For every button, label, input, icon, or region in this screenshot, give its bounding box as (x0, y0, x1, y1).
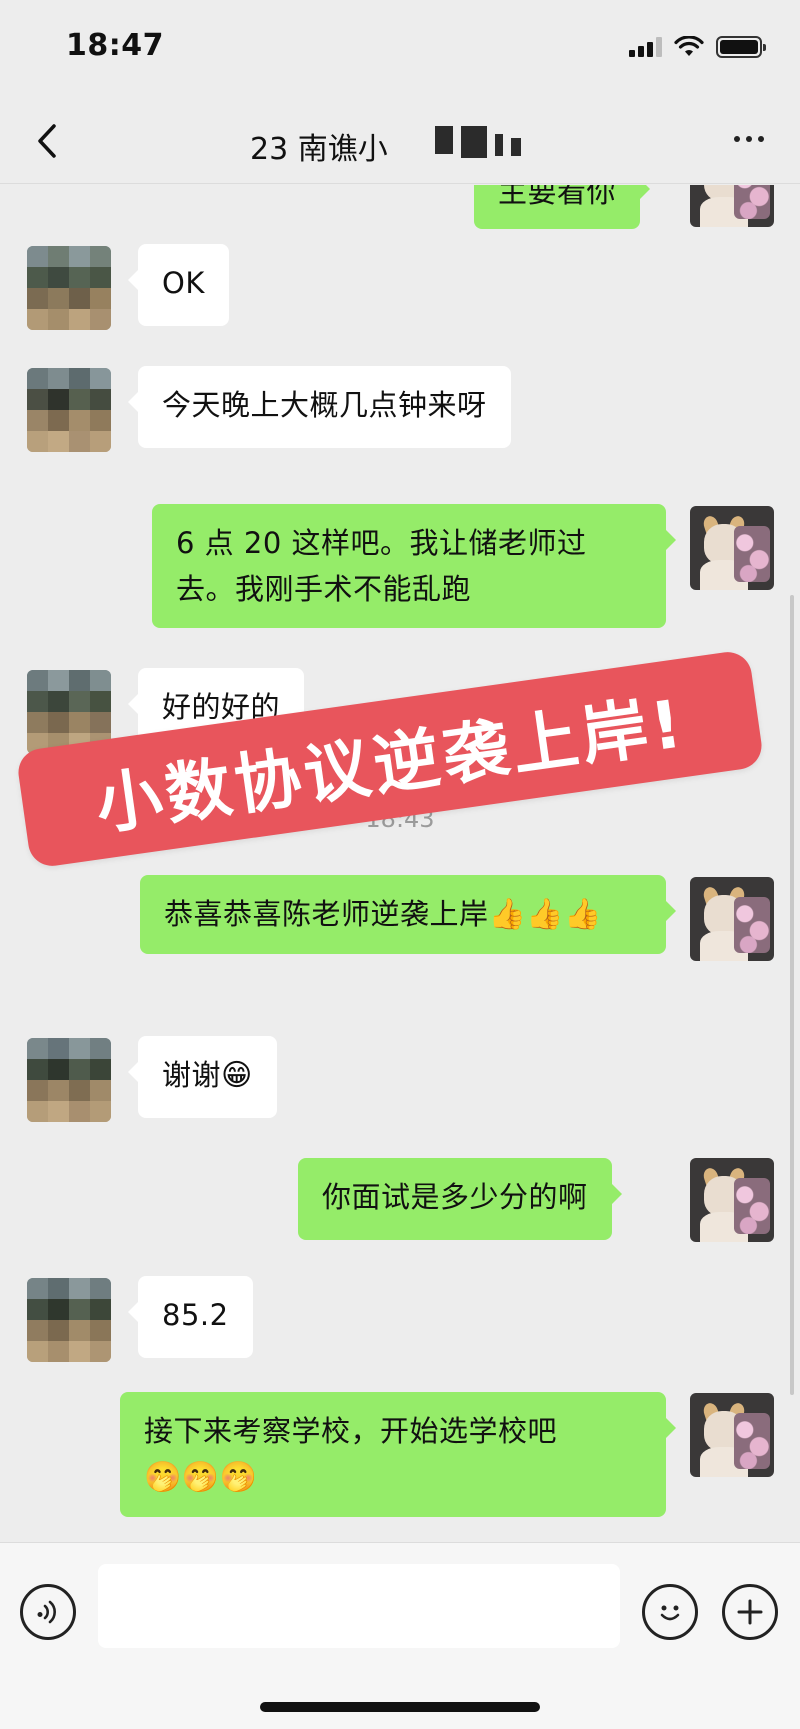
avatar-other[interactable] (27, 1038, 111, 1122)
message-bubble-other[interactable]: OK (128, 244, 229, 326)
chat-title: 23 南谯小 (250, 132, 388, 167)
input-bar (0, 1542, 800, 1729)
message-bubble-other[interactable]: 谢谢😁 (128, 1036, 277, 1118)
chat-message-list[interactable]: 主要看你 OK 今天晚上大概几点钟来呀 6 点 20 这样吧。我让储老师过去。我… (0, 185, 800, 1542)
status-icons (629, 36, 766, 58)
message-bubble-other[interactable]: 今天晚上大概几点钟来呀 (128, 366, 511, 448)
message-bubble-self[interactable]: 接下来考察学校，开始选学校吧 🤭🤭🤭 (120, 1392, 676, 1517)
hand-over-mouth-face-icon: 🤭🤭🤭 (144, 1460, 258, 1495)
status-time: 18:47 (66, 28, 164, 63)
message-bubble-self[interactable]: 主要看你 (474, 185, 651, 229)
message-input[interactable] (98, 1564, 620, 1648)
more-dots-icon (734, 136, 740, 142)
message-bubble-other[interactable]: 85.2 (128, 1276, 253, 1358)
emoji-icon (660, 1605, 680, 1621)
more-button[interactable] (734, 136, 764, 142)
voice-button[interactable] (20, 1584, 76, 1640)
plus-button[interactable] (722, 1584, 778, 1640)
grinning-face-icon: 😁 (221, 1058, 253, 1093)
title-redaction (435, 126, 521, 158)
plus-icon (737, 1599, 763, 1625)
avatar-self[interactable] (690, 1393, 774, 1477)
avatar-self[interactable] (690, 877, 774, 961)
scrollbar[interactable] (790, 595, 794, 1395)
avatar-other[interactable] (27, 368, 111, 452)
status-bar: 18:47 (0, 0, 800, 100)
signal-icon (629, 37, 662, 57)
emoji-button[interactable] (642, 1584, 698, 1640)
wifi-icon (674, 36, 704, 56)
message-bubble-self[interactable]: 你面试是多少分的啊 (298, 1158, 622, 1240)
home-indicator[interactable] (260, 1702, 540, 1712)
message-bubble-self[interactable]: 恭喜恭喜陈老师逆袭上岸👍👍👍 (140, 875, 676, 954)
back-button[interactable] (22, 116, 72, 166)
avatar-self[interactable] (690, 506, 774, 590)
avatar-other[interactable] (27, 246, 111, 330)
avatar-self[interactable] (690, 185, 774, 227)
chat-header: 23 南谯小 (0, 100, 800, 184)
thumbs-up-icon: 👍👍👍 (488, 897, 603, 932)
avatar-self[interactable] (690, 1158, 774, 1242)
avatar-other[interactable] (27, 1278, 111, 1362)
battery-icon (716, 36, 766, 58)
voice-icon (37, 1600, 56, 1624)
message-bubble-self[interactable]: 6 点 20 这样吧。我让储老师过去。我刚手术不能乱跑 (152, 504, 676, 628)
chevron-left-icon (38, 124, 56, 158)
